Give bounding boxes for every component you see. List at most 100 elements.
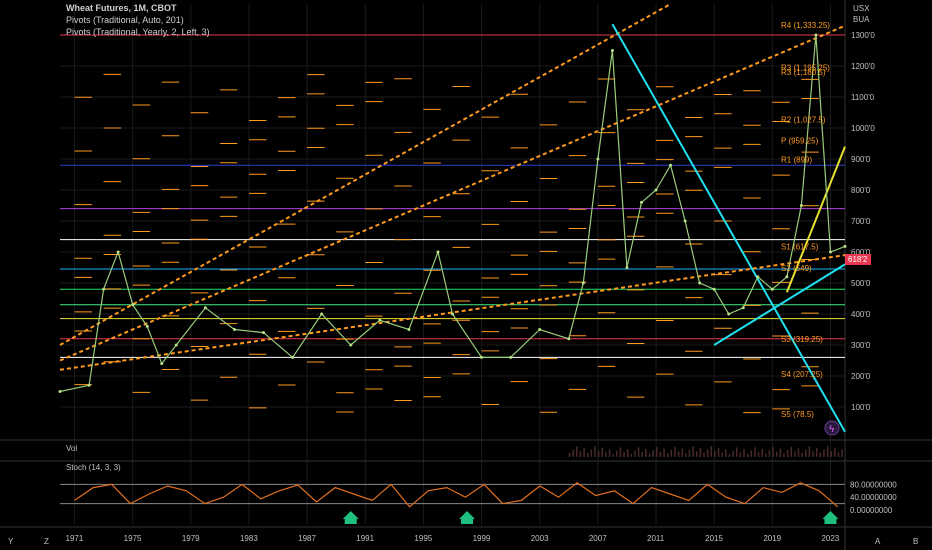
time-tick: 1991 bbox=[356, 534, 374, 543]
volume-bar bbox=[805, 449, 807, 457]
volume-bar bbox=[790, 446, 792, 457]
volume-bar bbox=[572, 449, 574, 457]
price-point bbox=[87, 383, 91, 387]
volume-bar bbox=[681, 448, 683, 457]
price-point bbox=[509, 355, 513, 359]
price-point bbox=[102, 287, 106, 291]
volume-bar bbox=[812, 451, 814, 457]
pivot-annotation: S1 (617.5) bbox=[781, 243, 819, 252]
price-point bbox=[160, 362, 164, 366]
time-tick: 1975 bbox=[124, 534, 142, 543]
volume-bar bbox=[775, 451, 778, 457]
time-tick: 1983 bbox=[240, 534, 258, 543]
price-point bbox=[785, 275, 789, 279]
volume-bar bbox=[568, 453, 571, 457]
control-a[interactable]: A bbox=[875, 537, 881, 546]
volume-bar bbox=[695, 451, 698, 457]
price-point bbox=[814, 33, 818, 37]
volume-bar bbox=[786, 450, 789, 457]
volume-bar bbox=[590, 449, 593, 457]
exchange-label: BUA bbox=[853, 15, 870, 24]
price-point bbox=[145, 324, 149, 328]
price-point bbox=[770, 287, 774, 291]
price-point bbox=[407, 328, 411, 331]
volume-bar bbox=[652, 450, 654, 457]
price-tick: 700'0 bbox=[851, 217, 871, 226]
price-tick: 1200'0 bbox=[851, 62, 875, 71]
price-point bbox=[538, 328, 542, 331]
price-point bbox=[625, 266, 629, 269]
pivot-annotation: S2 (549) bbox=[781, 264, 812, 273]
indicator-legend-2[interactable]: Pivots (Traditional, Yearly, 2, Left, 3) bbox=[66, 27, 210, 37]
volume-bar bbox=[754, 447, 756, 457]
control-z[interactable]: Z bbox=[44, 537, 49, 546]
volume-bar bbox=[735, 447, 738, 457]
price-point bbox=[567, 337, 571, 341]
price-tick: 1300'0 bbox=[851, 31, 875, 40]
volume-bar bbox=[659, 451, 662, 457]
volume-bar bbox=[688, 449, 691, 457]
volume-bar bbox=[656, 447, 658, 457]
price-point bbox=[58, 390, 62, 393]
volume-bar bbox=[717, 447, 720, 457]
volume-bar bbox=[837, 452, 840, 457]
price-tick: 400'0 bbox=[851, 310, 871, 319]
volume-bar bbox=[583, 448, 585, 457]
volume-bar bbox=[808, 446, 811, 457]
price-point bbox=[174, 343, 178, 347]
chart-canvas[interactable]: 80.00000000 40.00000000 0.00000000 1300'0 1… bbox=[0, 0, 932, 550]
time-tick: 1987 bbox=[298, 534, 316, 543]
volume-bar bbox=[586, 452, 589, 457]
volume-bar bbox=[834, 447, 836, 457]
volume-bar bbox=[677, 451, 680, 457]
volume-bar bbox=[728, 454, 731, 457]
volume-bar bbox=[783, 453, 785, 457]
price-point bbox=[799, 204, 803, 207]
stochastic-label[interactable]: Stoch (14, 3, 3) bbox=[66, 463, 121, 472]
volume-bar bbox=[721, 452, 723, 457]
pivot-annotation: P (959.25) bbox=[781, 137, 819, 146]
volume-bar bbox=[710, 446, 713, 457]
price-point bbox=[436, 250, 440, 254]
price-point bbox=[232, 328, 236, 331]
volume-bar bbox=[815, 448, 818, 457]
price-point bbox=[683, 219, 687, 223]
price-point bbox=[727, 312, 731, 316]
volume-bar bbox=[699, 448, 702, 457]
price-point bbox=[262, 331, 266, 335]
price-tick: 1000'0 bbox=[851, 124, 875, 133]
volume-bar bbox=[797, 448, 800, 457]
volume-bar bbox=[626, 449, 629, 457]
volume-bar bbox=[619, 447, 622, 457]
lightning-glyph: ϟ bbox=[829, 424, 835, 435]
pivot-annotation: S4 (207.25) bbox=[781, 370, 823, 379]
price-tick: 1100'0 bbox=[851, 93, 875, 102]
volume-bar bbox=[648, 453, 651, 457]
volume-bar bbox=[692, 446, 694, 457]
volume-bar bbox=[597, 451, 600, 457]
volume-bar bbox=[641, 452, 643, 457]
time-tick: 2015 bbox=[705, 534, 723, 543]
volume-bar bbox=[670, 450, 673, 457]
price-point bbox=[741, 306, 745, 310]
control-b[interactable]: B bbox=[913, 537, 918, 546]
time-tick: 2019 bbox=[763, 534, 781, 543]
price-point bbox=[596, 157, 600, 161]
indicator-legend-1[interactable]: Pivots (Traditional, Auto, 201) bbox=[66, 15, 184, 25]
control-y[interactable]: Y bbox=[8, 537, 14, 546]
volume-bar bbox=[623, 452, 625, 457]
volume-bar bbox=[746, 453, 749, 457]
volume-bar bbox=[666, 453, 669, 457]
time-tick: 1995 bbox=[414, 534, 432, 543]
current-price-value: 618'2 bbox=[848, 255, 868, 264]
price-point bbox=[828, 250, 832, 254]
volume-bar bbox=[714, 451, 716, 457]
volume-label: Vol bbox=[66, 444, 77, 453]
volume-bar bbox=[819, 452, 822, 457]
volume-bar bbox=[739, 452, 742, 457]
price-point bbox=[451, 312, 454, 316]
volume-bar bbox=[823, 449, 825, 457]
price-point bbox=[712, 287, 716, 291]
stoch-tick: 40.00000000 bbox=[850, 493, 897, 502]
volume-bar bbox=[616, 450, 618, 457]
